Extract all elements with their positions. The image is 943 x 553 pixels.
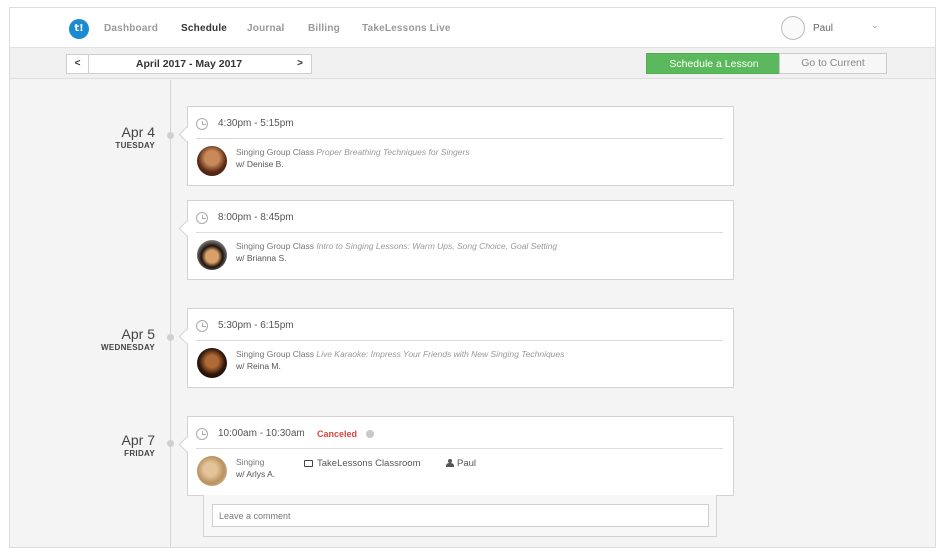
- day-label: Apr 5 WEDNESDAY: [70, 326, 155, 352]
- lesson-header: 10:00am - 10:30am Canceled: [196, 425, 723, 449]
- lesson-teacher: w/ Reina M.: [236, 361, 281, 371]
- go-to-current-button[interactable]: Go to Current: [779, 53, 887, 74]
- date-range-label: April 2017 - May 2017: [135, 58, 243, 70]
- lesson-time: 4:30pm - 5:15pm: [218, 118, 294, 129]
- lesson-time: 10:00am - 10:30am: [218, 428, 305, 439]
- teacher-avatar: [197, 348, 227, 378]
- previous-range-button[interactable]: <: [67, 55, 89, 73]
- lesson-header: 4:30pm - 5:15pm: [196, 115, 723, 139]
- chevron-down-icon[interactable]: ⌄: [871, 20, 879, 31]
- lesson-card[interactable]: 4:30pm - 5:15pm Singing Group Class Prop…: [187, 106, 734, 186]
- lesson-teacher: w/ Denise B.: [236, 159, 284, 169]
- comment-input[interactable]: [212, 504, 709, 527]
- day-weekday: WEDNESDAY: [101, 343, 155, 352]
- lesson-title: Singing Group Class Proper Breathing Tec…: [236, 147, 470, 157]
- teacher-avatar: [197, 456, 227, 486]
- date-range-navigator: < April 2017 - May 2017 >: [66, 54, 312, 74]
- nav-takelessons-live[interactable]: TakeLessons Live: [362, 23, 451, 34]
- monitor-icon: [304, 460, 313, 467]
- lesson-header: 5:30pm - 6:15pm: [196, 317, 723, 341]
- comment-section: [203, 495, 717, 537]
- timeline-dot: [167, 334, 174, 341]
- info-icon[interactable]: [366, 430, 374, 438]
- canceled-status: Canceled: [317, 429, 358, 439]
- day-date: Apr 5: [121, 326, 155, 342]
- user-avatar[interactable]: [781, 16, 805, 40]
- timeline-dot: [167, 132, 174, 139]
- schedule-lesson-button[interactable]: Schedule a Lesson: [646, 53, 782, 74]
- clock-icon: [196, 320, 208, 332]
- nav-dashboard[interactable]: Dashboard: [104, 23, 158, 34]
- day-date: Apr 7: [121, 432, 155, 448]
- clock-icon: [196, 212, 208, 224]
- day-date: Apr 4: [121, 124, 155, 140]
- nav-schedule[interactable]: Schedule: [181, 23, 227, 34]
- app-window: t! Dashboard Schedule Journal Billing Ta…: [9, 7, 936, 548]
- clock-icon: [196, 428, 208, 440]
- clock-icon: [196, 118, 208, 130]
- day-label: Apr 7 FRIDAY: [70, 432, 155, 458]
- user-name[interactable]: Paul: [813, 23, 833, 34]
- day-label: Apr 4 TUESDAY: [70, 124, 155, 150]
- lesson-title: Singing: [236, 457, 265, 467]
- lesson-card[interactable]: 8:00pm - 8:45pm Singing Group Class Intr…: [187, 200, 734, 280]
- lesson-header: 8:00pm - 8:45pm: [196, 209, 723, 233]
- lesson-card[interactable]: 10:00am - 10:30am Canceled Singing w/ Ar…: [187, 416, 734, 496]
- lesson-location: TakeLessons Classroom: [304, 458, 421, 469]
- teacher-avatar: [197, 240, 227, 270]
- nav-journal[interactable]: Journal: [247, 23, 285, 34]
- lesson-title: Singing Group Class Intro to Singing Les…: [236, 241, 558, 251]
- top-navigation: t! Dashboard Schedule Journal Billing Ta…: [10, 8, 935, 48]
- lesson-time: 5:30pm - 6:15pm: [218, 320, 294, 331]
- schedule-toolbar: < April 2017 - May 2017 > Schedule a Les…: [10, 48, 935, 79]
- person-icon: [446, 459, 454, 467]
- nav-billing[interactable]: Billing: [308, 23, 340, 34]
- lesson-time: 8:00pm - 8:45pm: [218, 212, 294, 223]
- lesson-student: Paul: [446, 458, 476, 469]
- teacher-avatar: [197, 146, 227, 176]
- day-weekday: FRIDAY: [124, 449, 155, 458]
- next-range-button[interactable]: >: [289, 55, 311, 73]
- lesson-title: Singing Group Class Live Karaoke: Impres…: [236, 349, 565, 359]
- takelessons-logo[interactable]: t!: [69, 19, 89, 39]
- timeline-line: [170, 80, 171, 547]
- day-weekday: TUESDAY: [115, 141, 155, 150]
- lesson-card[interactable]: 5:30pm - 6:15pm Singing Group Class Live…: [187, 308, 734, 388]
- lesson-teacher: w/ Brianna S.: [236, 253, 287, 263]
- timeline-dot: [167, 440, 174, 447]
- lesson-teacher: w/ Arlys A.: [236, 469, 276, 479]
